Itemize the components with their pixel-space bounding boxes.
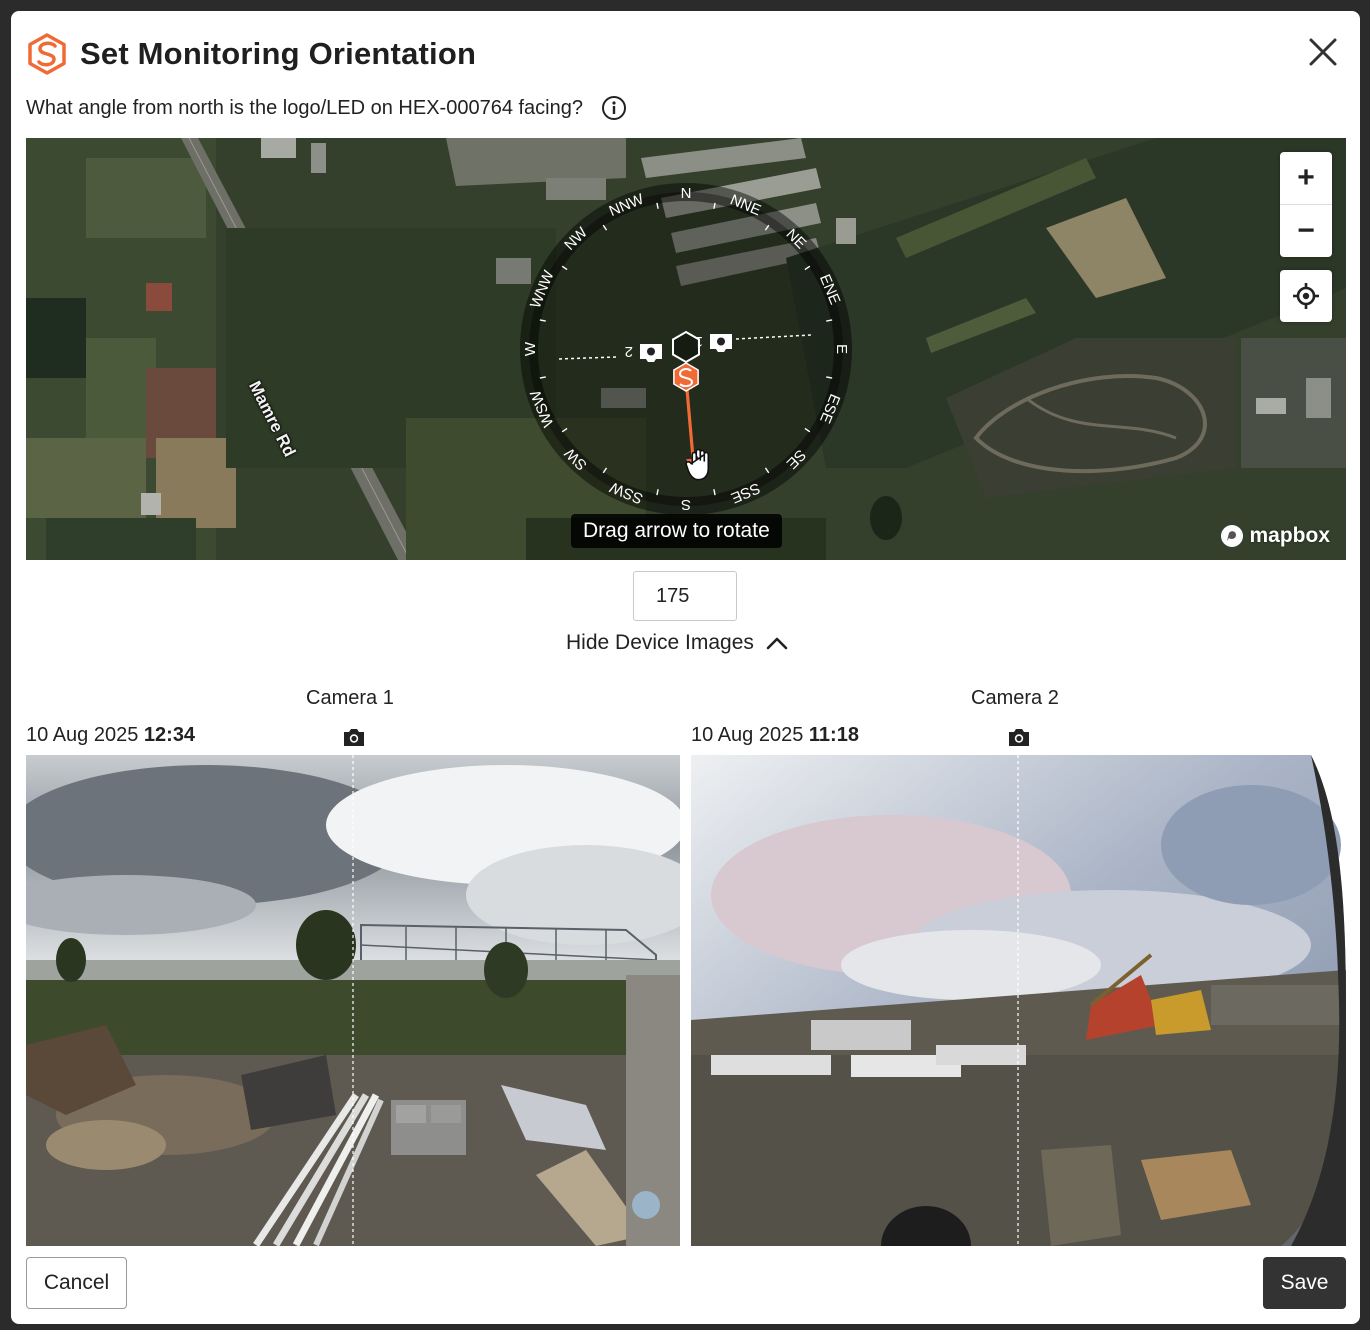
camera-1-date: 10 Aug 2025 bbox=[26, 724, 139, 746]
geolocate-button[interactable] bbox=[1280, 270, 1332, 322]
zoom-out-button[interactable]: − bbox=[1280, 204, 1332, 257]
info-icon[interactable] bbox=[601, 95, 627, 121]
zoom-in-button[interactable]: + bbox=[1280, 152, 1332, 204]
angle-input[interactable] bbox=[633, 571, 737, 621]
chevron-up-icon bbox=[766, 637, 788, 650]
camera-2-capture-icon[interactable] bbox=[1007, 726, 1031, 748]
compass-dial[interactable]: NNNENEENEEESESESSESSSWSWWSWWWNWNWNNW12 bbox=[26, 138, 1346, 560]
camera-2-timestamp: 10 Aug 2025 11:18 bbox=[691, 724, 859, 747]
hide-device-images-toggle[interactable]: Hide Device Images bbox=[566, 631, 790, 655]
device-hex-icon bbox=[672, 330, 700, 364]
camera-1-capture-icon[interactable] bbox=[342, 726, 366, 748]
compass-label-n: N bbox=[681, 185, 692, 202]
mapbox-attribution[interactable]: mapbox bbox=[1220, 524, 1330, 548]
cancel-button[interactable]: Cancel bbox=[26, 1257, 127, 1309]
geolocate-control bbox=[1280, 270, 1332, 322]
save-button[interactable]: Save bbox=[1263, 1257, 1346, 1309]
close-icon[interactable] bbox=[1306, 35, 1340, 69]
camera-1-image[interactable] bbox=[26, 755, 680, 1246]
dialog-header: Set Monitoring Orientation bbox=[26, 31, 476, 77]
crosshair-icon bbox=[1293, 283, 1319, 309]
brand-logo-icon bbox=[28, 33, 66, 75]
mapbox-logo-icon bbox=[1221, 525, 1244, 547]
camera-2-image[interactable] bbox=[691, 755, 1346, 1246]
toggle-label: Hide Device Images bbox=[566, 631, 754, 654]
satellite-map[interactable]: Mamre Rd N NNE NE ENE E ESE SE SSE S SSW SW WSW W WNW… bbox=[26, 138, 1346, 560]
question-text: What angle from north is the logo/LED on… bbox=[26, 96, 583, 119]
drag-hint-tooltip: Drag arrow to rotate bbox=[571, 514, 782, 548]
camera-2-date: 10 Aug 2025 bbox=[691, 724, 804, 746]
camera-1-timestamp: 10 Aug 2025 12:34 bbox=[26, 724, 195, 747]
orientation-dialog: Set Monitoring Orientation What angle fr… bbox=[11, 11, 1360, 1324]
mapbox-text: mapbox bbox=[1249, 524, 1330, 547]
camera-2-marker-label: 2 bbox=[625, 343, 633, 360]
compass-label-e: E bbox=[833, 344, 850, 354]
zoom-controls: + − bbox=[1280, 152, 1332, 257]
compass-label-w: W bbox=[522, 341, 539, 356]
compass-label-s: S bbox=[681, 496, 691, 513]
camera-2-title: Camera 2 bbox=[971, 687, 1059, 709]
camera-1-title: Camera 1 bbox=[306, 687, 394, 709]
orientation-question: What angle from north is the logo/LED on… bbox=[26, 95, 627, 121]
camera-1-time: 12:34 bbox=[143, 724, 196, 746]
camera-2-time: 11:18 bbox=[808, 724, 859, 746]
dialog-title: Set Monitoring Orientation bbox=[80, 36, 477, 71]
